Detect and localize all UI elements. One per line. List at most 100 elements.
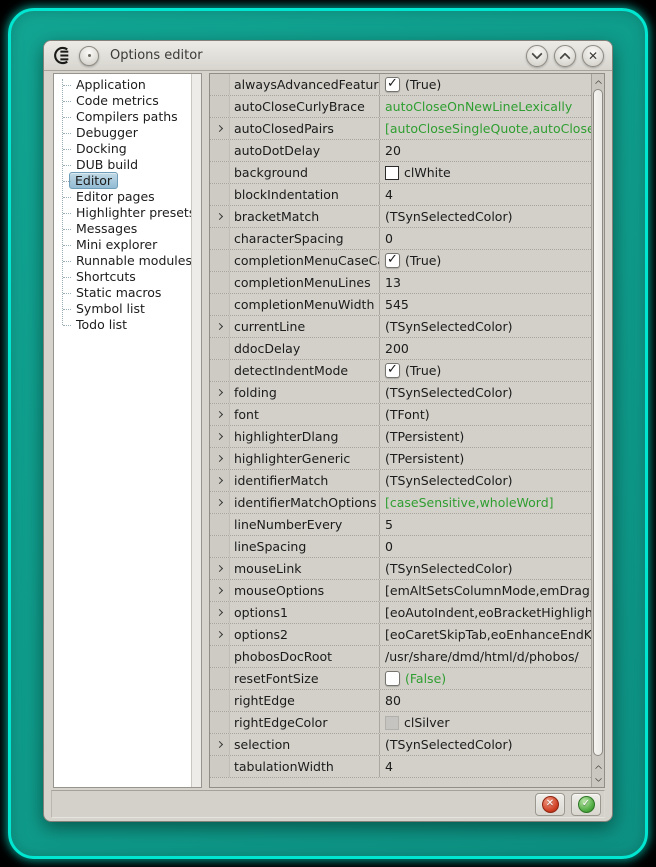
property-value[interactable]: 200 bbox=[380, 338, 591, 359]
property-row[interactable]: options1 [eoAutoIndent,eoBracketHighligh… bbox=[210, 602, 591, 624]
property-value[interactable]: [caseSensitive,wholeWord] bbox=[380, 492, 591, 513]
expand-arrow-icon[interactable] bbox=[215, 565, 222, 572]
expand-arrow-icon[interactable] bbox=[215, 499, 222, 506]
property-name[interactable]: autoDotDelay bbox=[230, 140, 380, 161]
property-name[interactable]: detectIndentMode bbox=[230, 360, 380, 381]
window-menu-button[interactable] bbox=[79, 46, 99, 66]
property-value[interactable]: [eoAutoIndent,eoBracketHighlight bbox=[380, 602, 591, 623]
property-name[interactable]: alwaysAdvancedFeatures bbox=[230, 74, 380, 95]
sidebar-item[interactable]: Todo list bbox=[54, 317, 201, 333]
property-row[interactable]: completionMenuWidth 545 bbox=[210, 294, 591, 316]
sidebar-item[interactable]: Code metrics bbox=[54, 93, 201, 109]
property-row[interactable]: autoDotDelay 20 bbox=[210, 140, 591, 162]
property-row[interactable]: mouseOptions [emAltSetsColumnMode,emDrag… bbox=[210, 580, 591, 602]
maximize-button[interactable] bbox=[554, 45, 576, 67]
property-value[interactable]: clSilver bbox=[380, 712, 591, 733]
property-value[interactable]: (TPersistent) bbox=[380, 448, 591, 469]
property-name[interactable]: options1 bbox=[230, 602, 380, 623]
property-row[interactable]: detectIndentMode ✓ (True) bbox=[210, 360, 591, 382]
sidebar-item-label[interactable]: Shortcuts bbox=[73, 269, 139, 284]
expand-arrow-icon[interactable] bbox=[215, 323, 222, 330]
property-value[interactable]: 4 bbox=[380, 756, 591, 777]
property-name[interactable]: characterSpacing bbox=[230, 228, 380, 249]
property-name[interactable]: lineNumberEvery bbox=[230, 514, 380, 535]
property-name[interactable]: autoCloseCurlyBrace bbox=[230, 96, 380, 117]
property-name[interactable]: completionMenuWidth bbox=[230, 294, 380, 315]
property-value[interactable]: 4 bbox=[380, 184, 591, 205]
property-value[interactable]: 13 bbox=[380, 272, 591, 293]
property-name[interactable]: highlighterGeneric bbox=[230, 448, 380, 469]
property-name[interactable]: mouseLink bbox=[230, 558, 380, 579]
sidebar-item-label[interactable]: Debugger bbox=[73, 125, 141, 140]
scrollbar-thumb[interactable] bbox=[593, 89, 603, 756]
property-value[interactable]: (TSynSelectedColor) bbox=[380, 470, 591, 491]
sidebar-item-label[interactable]: Messages bbox=[73, 221, 140, 236]
sidebar-item-label[interactable]: Editor bbox=[69, 172, 118, 189]
property-row[interactable]: options2 [eoCaretSkipTab,eoEnhanceEndKe bbox=[210, 624, 591, 646]
property-name[interactable]: ddocDelay bbox=[230, 338, 380, 359]
value-checkbox[interactable]: ✓ bbox=[385, 77, 400, 92]
property-value[interactable]: autoCloseOnNewLineLexically bbox=[380, 96, 591, 117]
property-value[interactable]: 20 bbox=[380, 140, 591, 161]
property-name[interactable]: options2 bbox=[230, 624, 380, 645]
property-row[interactable]: mouseLink (TSynSelectedColor) bbox=[210, 558, 591, 580]
property-value[interactable]: [emAltSetsColumnMode,emDragDro bbox=[380, 580, 591, 601]
property-value[interactable]: (TSynSelectedColor) bbox=[380, 558, 591, 579]
property-row[interactable]: alwaysAdvancedFeatures ✓ (True) bbox=[210, 74, 591, 96]
property-row[interactable]: identifierMatchOptions [caseSensitive,wh… bbox=[210, 492, 591, 514]
property-row[interactable]: highlighterDlang (TPersistent) bbox=[210, 426, 591, 448]
property-value[interactable]: 5 bbox=[380, 514, 591, 535]
property-row[interactable]: characterSpacing 0 bbox=[210, 228, 591, 250]
sidebar-item[interactable]: Messages bbox=[54, 221, 201, 237]
expand-arrow-icon[interactable] bbox=[215, 609, 222, 616]
property-value[interactable]: (TFont) bbox=[380, 404, 591, 425]
property-name[interactable]: mouseOptions bbox=[230, 580, 380, 601]
scroll-up-button-bottom[interactable] bbox=[592, 759, 604, 773]
sidebar-item[interactable]: Mini explorer bbox=[54, 237, 201, 253]
property-row[interactable]: highlighterGeneric (TPersistent) bbox=[210, 448, 591, 470]
property-name[interactable]: background bbox=[230, 162, 380, 183]
sidebar-item[interactable]: Highlighter presets bbox=[54, 205, 201, 221]
sidebar-item[interactable]: Static macros bbox=[54, 285, 201, 301]
property-name[interactable]: identifierMatchOptions bbox=[230, 492, 380, 513]
property-name[interactable]: identifierMatch bbox=[230, 470, 380, 491]
property-row[interactable]: ddocDelay 200 bbox=[210, 338, 591, 360]
property-name[interactable]: blockIndentation bbox=[230, 184, 380, 205]
minimize-button[interactable] bbox=[526, 45, 548, 67]
titlebar[interactable]: Options editor ✕ bbox=[44, 41, 612, 71]
value-checkbox[interactable]: ✓ bbox=[385, 363, 400, 378]
property-row[interactable]: rightEdge 80 bbox=[210, 690, 591, 712]
expand-arrow-icon[interactable] bbox=[215, 389, 222, 396]
sidebar-item-label[interactable]: Compilers paths bbox=[73, 109, 181, 124]
sidebar-item-label[interactable]: Code metrics bbox=[73, 93, 162, 108]
property-value[interactable]: clWhite bbox=[380, 162, 591, 183]
property-value[interactable]: (TSynSelectedColor) bbox=[380, 206, 591, 227]
sidebar-item-label[interactable]: Mini explorer bbox=[73, 237, 160, 252]
expand-arrow-icon[interactable] bbox=[215, 213, 222, 220]
property-name[interactable]: autoClosedPairs bbox=[230, 118, 380, 139]
property-name[interactable]: selection bbox=[230, 734, 380, 755]
property-name[interactable]: lineSpacing bbox=[230, 536, 380, 557]
property-row[interactable]: font (TFont) bbox=[210, 404, 591, 426]
property-name[interactable]: folding bbox=[230, 382, 380, 403]
property-name[interactable]: completionMenuLines bbox=[230, 272, 380, 293]
property-row[interactable]: autoClosedPairs [autoCloseSingleQuote,au… bbox=[210, 118, 591, 140]
property-value[interactable]: 0 bbox=[380, 228, 591, 249]
value-checkbox[interactable] bbox=[385, 671, 400, 686]
sidebar-item[interactable]: Editor bbox=[54, 173, 201, 189]
sidebar-item-label[interactable]: Editor pages bbox=[73, 189, 158, 204]
sidebar-item-label[interactable]: Highlighter presets bbox=[73, 205, 198, 220]
sidebar-item[interactable]: Debugger bbox=[54, 125, 201, 141]
scroll-up-button[interactable] bbox=[592, 74, 604, 88]
value-checkbox[interactable]: ✓ bbox=[385, 253, 400, 268]
property-row[interactable]: completionMenuLines 13 bbox=[210, 272, 591, 294]
property-name[interactable]: bracketMatch bbox=[230, 206, 380, 227]
property-value[interactable]: (TSynSelectedColor) bbox=[380, 382, 591, 403]
property-row[interactable]: currentLine (TSynSelectedColor) bbox=[210, 316, 591, 338]
property-value[interactable]: 545 bbox=[380, 294, 591, 315]
accept-button[interactable]: ✓ bbox=[571, 793, 601, 816]
property-row[interactable]: tabulationWidth 4 bbox=[210, 756, 591, 778]
property-row[interactable]: lineSpacing 0 bbox=[210, 536, 591, 558]
sidebar-item-label[interactable]: Runnable modules bbox=[73, 253, 195, 268]
property-row[interactable]: selection (TSynSelectedColor) bbox=[210, 734, 591, 756]
